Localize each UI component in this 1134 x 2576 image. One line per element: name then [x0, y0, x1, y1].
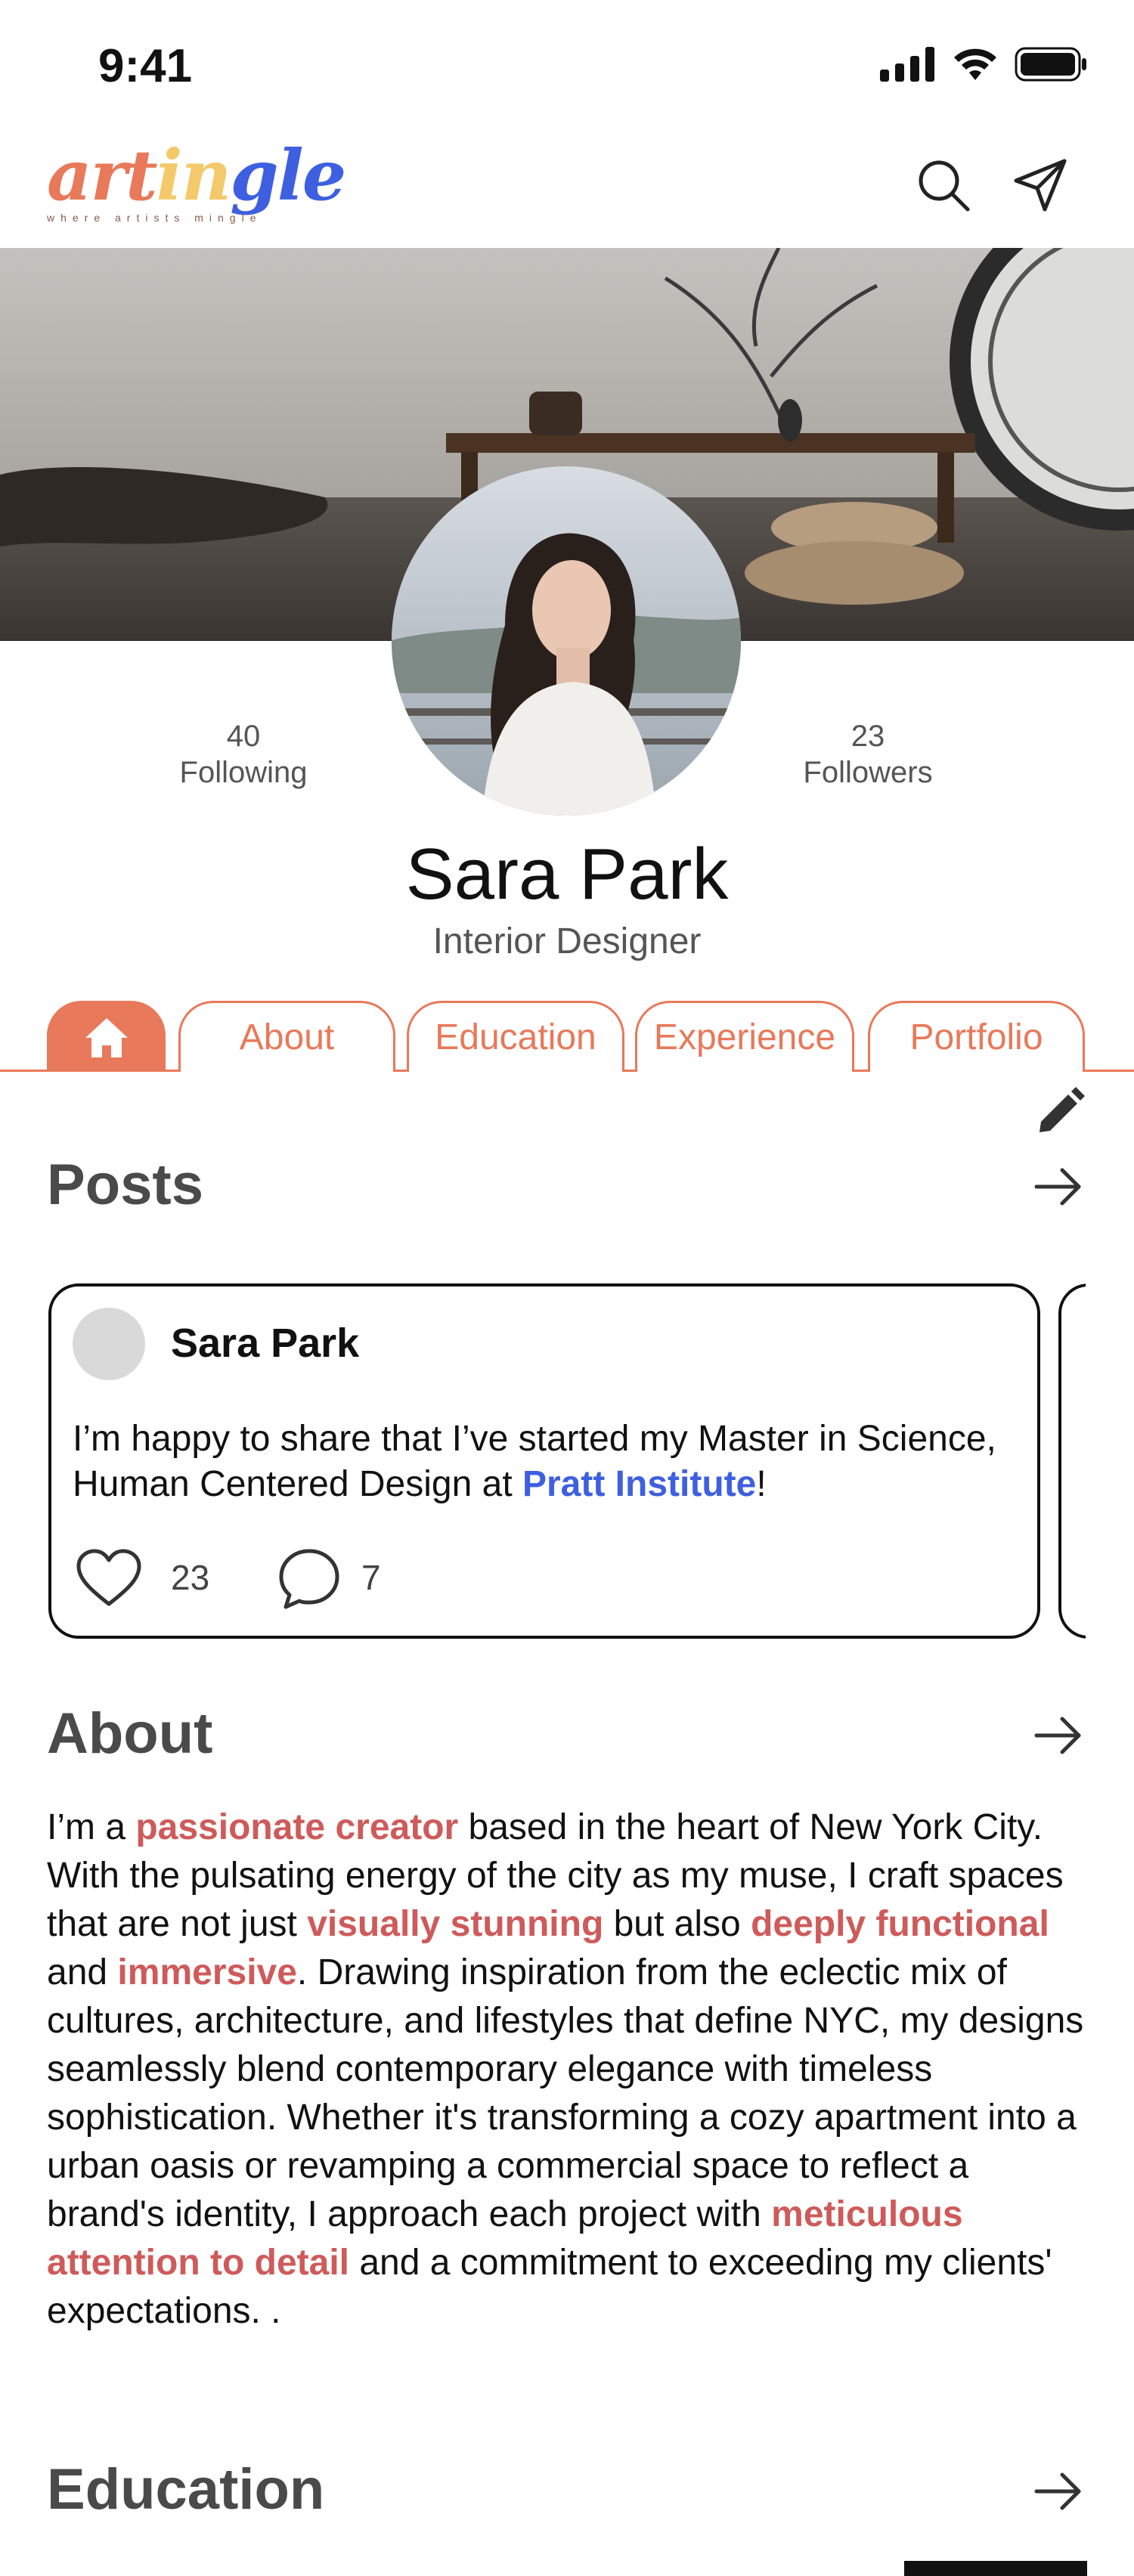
tab-experience[interactable]: Experience	[635, 1001, 854, 1072]
signal-icon	[880, 47, 934, 82]
about-text: I’m a passionate creator based in the he…	[47, 1804, 1090, 2336]
post-card[interactable]: Sara Park I’m happy to share that I’ve s…	[48, 1283, 1040, 1639]
logo-part-in: in	[156, 135, 232, 216]
tab-about[interactable]: About	[178, 1001, 395, 1072]
app-logo[interactable]: artingle where artists mingle	[47, 141, 346, 239]
about-text-part: . Drawing inspiration from the eclectic …	[47, 1952, 1084, 2234]
about-highlight: immersive	[117, 1952, 297, 1992]
logo-part-gle: gle	[230, 135, 346, 216]
comment-icon[interactable]	[275, 1545, 343, 1613]
status-time: 9:41	[98, 40, 193, 92]
profile-avatar-image	[392, 466, 741, 816]
post-text-end: !	[756, 1464, 767, 1504]
wifi-icon	[954, 48, 996, 80]
logo-tagline: where artists mingle	[47, 212, 262, 224]
profile-avatar[interactable]	[392, 466, 741, 816]
about-highlight: passionate creator	[135, 1807, 459, 1847]
home-icon	[85, 1017, 128, 1057]
profile-title: Interior Designer	[432, 921, 702, 961]
posts-section-title: Posts	[47, 1153, 203, 1217]
about-section-title: About	[47, 1701, 213, 1766]
about-text-part: and	[47, 1952, 118, 1992]
profile-name: Sara Park	[405, 834, 729, 915]
logo-part-art: art	[47, 135, 158, 216]
send-icon[interactable]	[1010, 155, 1070, 215]
followers-stat[interactable]: 23 Followers	[754, 718, 981, 791]
followers-label: Followers	[803, 756, 933, 789]
next-post-card-peek[interactable]	[1058, 1277, 1086, 1648]
tab-home[interactable]	[47, 1001, 166, 1072]
education-section-title: Education	[47, 2457, 325, 2522]
following-label: Following	[179, 756, 308, 789]
tab-portfolio[interactable]: Portfolio	[868, 1001, 1085, 1072]
search-icon[interactable]	[913, 155, 974, 215]
post-text: I’m happy to share that I’ve started my …	[73, 1416, 1033, 1507]
about-text-part: I’m a	[47, 1807, 136, 1847]
post-link-pratt[interactable]: Pratt Institute	[522, 1464, 756, 1504]
followers-count: 23	[850, 720, 885, 753]
status-icons	[880, 47, 1087, 82]
post-author-avatar[interactable]	[73, 1308, 145, 1380]
edit-pencil-icon[interactable]	[1032, 1087, 1085, 1140]
logo-wordmark: artingle	[47, 141, 346, 210]
heart-icon[interactable]	[74, 1548, 144, 1608]
bottom-element-peek	[904, 2561, 1087, 2576]
tab-education[interactable]: Education	[407, 1001, 624, 1072]
following-stat[interactable]: 40 Following	[130, 718, 357, 791]
education-arrow-icon[interactable]	[1032, 2469, 1085, 2514]
post-comment-count: 7	[361, 1558, 381, 1597]
about-highlight: visually stunning	[307, 1904, 604, 1944]
battery-icon	[1015, 47, 1086, 82]
about-text-part: but also	[603, 1904, 751, 1944]
following-count: 40	[226, 720, 261, 753]
about-highlight: deeply functional	[751, 1904, 1049, 1944]
status-bar: 9:41	[0, 0, 1134, 136]
post-like-count: 23	[171, 1558, 210, 1597]
posts-arrow-icon[interactable]	[1032, 1164, 1085, 1209]
about-arrow-icon[interactable]	[1032, 1713, 1085, 1758]
post-author-name[interactable]: Sara Park	[171, 1320, 359, 1367]
